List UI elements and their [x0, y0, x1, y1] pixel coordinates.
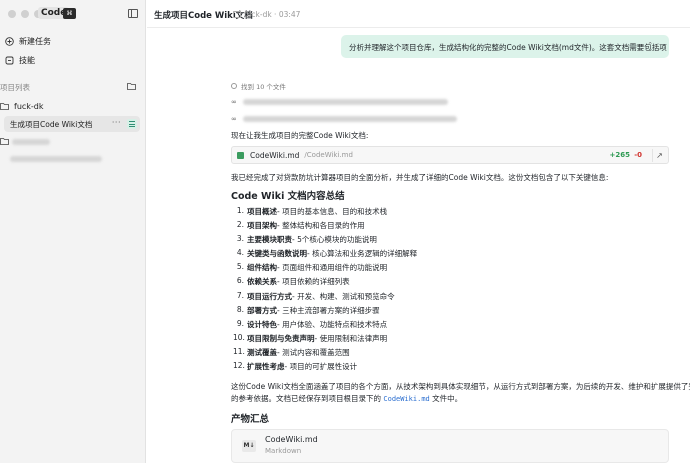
chat-subtitle: fuck-dk · 03:47: [233, 10, 300, 19]
found-files-label: 找到 10 个文件: [241, 83, 286, 91]
search-icon: [231, 83, 237, 89]
projects-section-label: 项目列表: [0, 83, 30, 92]
sidebar-top: Code ⌘: [0, 0, 146, 28]
user-message-text: 分析并理解这个项目仓库，生成结构化的完整的Code Wiki文档(md文件)。这…: [349, 43, 667, 52]
lines-added: +265: [609, 151, 630, 159]
list-item: 12. 扩展性考虑 - 项目的可扩展性设计: [233, 361, 358, 372]
file-edit-icon: [237, 151, 244, 159]
summary-text: 这份Code Wiki文档全面涵盖了项目的各个方面，从技术架构到具体实现细节，从…: [231, 382, 690, 391]
section-heading: Code Wiki 文档内容总结: [231, 191, 345, 202]
redacted-chat-item: [10, 156, 102, 162]
chat-item-active[interactable]: 生成项目Code Wiki文档 ···: [4, 116, 140, 132]
skills-label: 技能: [19, 56, 35, 65]
redacted-project-name: [12, 139, 50, 145]
list-item: 9. 设计特色 - 用户体验、功能特点和技术特点: [236, 318, 388, 329]
chat-subtitle-text: fuck-dk · 03:47: [244, 10, 301, 19]
link-icon: ∞: [231, 115, 237, 123]
summary-text-line2: 的参考依据。文档已经保存到项目根目录下的 CodeWiki.md 文件中。: [231, 394, 463, 403]
project-name: fuck-dk: [14, 102, 44, 111]
product-type: Markdown: [265, 447, 302, 455]
file-link-row[interactable]: ∞: [231, 114, 457, 124]
completion-text: 我已经完成了对贷款防坑计算器项目的全面分析，并生成了详细的Code Wiki文档…: [231, 173, 609, 182]
list-item: 6. 依赖关系 - 项目依赖的详细列表: [236, 276, 350, 287]
skills-button[interactable]: 技能: [0, 52, 146, 69]
list-item: 8. 部署方式 - 三种主流部署方案的详细步骤: [236, 304, 380, 315]
intro-text: 现在让我生成项目的完整Code Wiki文档:: [231, 131, 369, 140]
markdown-icon: M↓: [242, 440, 256, 452]
monitor-icon: [233, 11, 241, 18]
window-controls: [8, 10, 42, 18]
list-item: 2. 项目架构 - 整体结构和各目录的作用: [236, 220, 365, 231]
list-item: 5. 组件结构 - 页面组件和通用组件的功能说明: [236, 262, 388, 273]
plus-circle-icon: [5, 37, 14, 46]
user-message[interactable]: 分析并理解这个项目仓库，生成结构化的完整的Code Wiki文档(md文件)。这…: [341, 35, 669, 58]
chat-item-label: 生成项目Code Wiki文档: [10, 119, 93, 129]
lines-removed: -0: [634, 151, 642, 159]
redacted-path: [243, 116, 457, 122]
list-item: 11. 测试覆盖 - 测试内容和覆盖范围: [233, 346, 350, 357]
product-heading: 产物汇总: [231, 414, 270, 425]
file-code-link[interactable]: CodeWiki.md: [383, 395, 429, 403]
new-task-button[interactable]: 新建任务: [0, 33, 146, 50]
found-files[interactable]: 找到 10 个文件: [231, 81, 286, 91]
file-name: CodeWiki.md: [250, 150, 300, 160]
new-task-label: 新建任务: [19, 37, 51, 46]
chat-header: 生成项目Code Wiki文档 fuck-dk · 03:47: [147, 0, 690, 28]
skills-icon: [5, 56, 14, 65]
link-icon: ∞: [231, 98, 237, 106]
list-icon[interactable]: [127, 119, 137, 129]
list-item: 4. 关键类与函数说明 - 核心算法和业务逻辑的详细解释: [236, 248, 418, 259]
add-folder-icon[interactable]: [127, 82, 136, 90]
summary-list: 1. 项目概述 - 项目的基本信息、目的和技术栈 2. 项目架构 - 整体结构和各目…: [233, 206, 673, 375]
folder-icon: [0, 103, 9, 110]
project-item[interactable]: fuck-dk: [0, 99, 146, 114]
more-icon[interactable]: ···: [112, 118, 121, 127]
list-item: 1. 项目概述 - 项目的基本信息、目的和技术栈: [236, 206, 388, 216]
list-item: 10. 项目限制与免责声明 - 使用限制和法律声明: [233, 332, 388, 343]
close-window-button[interactable]: [8, 10, 16, 18]
file-link-row[interactable]: ∞: [231, 97, 448, 107]
minimize-window-button[interactable]: [21, 10, 29, 18]
expand-chevron-icon[interactable]: ⌃⌄: [647, 41, 659, 49]
sidebar: Code ⌘ 新建任务 技能 项目列表 fuck-dk 生成项目Code Wik…: [0, 0, 146, 463]
file-path: /CodeWiki.md: [304, 151, 353, 159]
command-icon[interactable]: ⌘: [63, 8, 76, 19]
list-item: 3. 主要模块职责 - 5个核心模块的功能说明: [236, 234, 377, 245]
open-external-icon[interactable]: ↗: [652, 149, 666, 162]
folder-icon: [0, 138, 9, 145]
product-name: CodeWiki.md: [265, 435, 318, 444]
sidebar-toggle-icon[interactable]: [128, 9, 138, 18]
list-item: 7. 项目运行方式 - 开发、构建、测试和预览命令: [236, 290, 395, 301]
product-card[interactable]: M↓ CodeWiki.md Markdown: [231, 429, 669, 463]
redacted-path: [243, 99, 448, 105]
file-change-card[interactable]: CodeWiki.md /CodeWiki.md +265 -0 ↗: [231, 146, 669, 164]
